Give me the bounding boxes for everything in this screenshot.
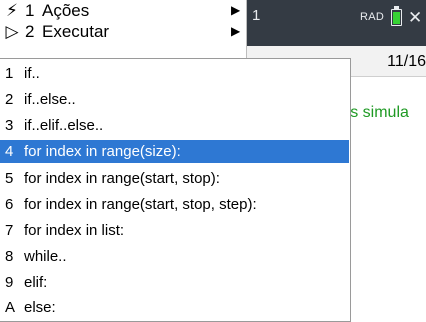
submenu-item-for-range-start-stop-step[interactable]: 6 for index in range(start, stop, step):	[0, 193, 349, 216]
submenu-item-label: if..	[24, 65, 40, 82]
close-icon[interactable]: ✕	[408, 8, 422, 28]
submenu-item-key: A	[5, 299, 16, 316]
menu-item-run[interactable]: ▷ 2 Executar ▶	[0, 22, 246, 44]
angle-mode-indicator: RAD	[360, 11, 385, 23]
menu-item-actions[interactable]: ⚡ 1 Ações ▶	[0, 1, 246, 23]
menu-item-label: Executar	[42, 22, 110, 41]
menu-item-label: Ações	[42, 1, 90, 20]
page-counter: 11/16	[387, 53, 426, 70]
submenu-item-key: 4	[5, 143, 14, 160]
submenu-item-key: 6	[5, 196, 14, 213]
submenu-item-if-elif-else[interactable]: 3 if..elif..else..	[0, 114, 349, 137]
submenu-item-label: for index in range(start, stop, step):	[24, 196, 257, 213]
battery-icon	[391, 9, 402, 26]
submenu-item-key: 5	[5, 170, 14, 187]
submenu-item-elif[interactable]: 9 elif:	[0, 271, 349, 294]
submenu-item-key: 9	[5, 274, 14, 291]
submenu-item-label: while..	[24, 248, 67, 265]
submenu-item-label: if..elif..else..	[24, 117, 104, 134]
submenu-item-for-range-size[interactable]: 4 for index in range(size):	[0, 140, 349, 163]
submenu-item-key: 7	[5, 222, 14, 239]
play-icon: ▷	[5, 22, 19, 41]
submenu-item-label: if..else..	[24, 91, 76, 108]
submenu-item-label: for index in range(size):	[24, 143, 181, 160]
submenu: 1 if.. 2 if..else.. 3 if..elif..else.. 4…	[0, 58, 351, 322]
submenu-arrow-icon: ▶	[231, 24, 241, 38]
submenu-item-key: 1	[5, 65, 14, 82]
submenu-item-label: else:	[24, 299, 56, 316]
submenu-item-if-else[interactable]: 2 if..else..	[0, 88, 349, 111]
submenu-item-key: 3	[5, 117, 14, 134]
submenu-item-if[interactable]: 1 if..	[0, 62, 349, 85]
submenu-item-for-in-list[interactable]: 7 for index in list:	[0, 219, 349, 242]
submenu-item-label: for index in range(start, stop):	[24, 170, 220, 187]
submenu-item-for-range-start-stop[interactable]: 5 for index in range(start, stop):	[0, 167, 349, 190]
submenu-item-key: 8	[5, 248, 14, 265]
submenu-item-while[interactable]: 8 while..	[0, 245, 349, 268]
submenu-item-label: for index in list:	[24, 222, 125, 239]
tab-number[interactable]: 1	[252, 7, 260, 24]
submenu-item-key: 2	[5, 91, 14, 108]
submenu-item-else[interactable]: A else:	[0, 296, 349, 319]
menu-item-number: 1	[25, 1, 35, 20]
lightning-icon: ⚡	[6, 1, 18, 20]
submenu-arrow-icon: ▶	[231, 3, 241, 17]
main-menu: ⚡ 1 Ações ▶ ▷ 2 Executar ▶	[0, 0, 247, 60]
menu-item-number: 2	[25, 22, 35, 41]
submenu-item-label: elif:	[24, 274, 48, 291]
